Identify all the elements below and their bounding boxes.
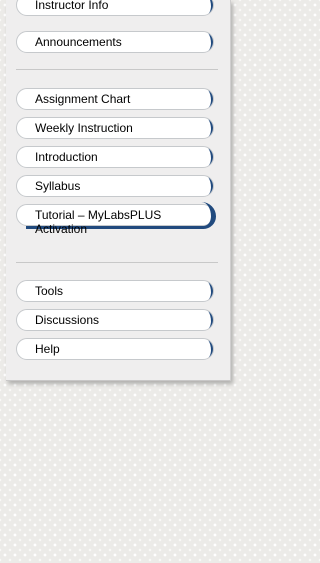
menu-item-label: Syllabus — [35, 179, 81, 193]
menu-item-tools[interactable]: Tools — [16, 280, 214, 302]
menu-item-introduction[interactable]: Introduction — [16, 146, 214, 168]
menu-item-weekly-instruction[interactable]: Weekly Instruction — [16, 117, 214, 139]
menu-item-help[interactable]: Help — [16, 338, 214, 360]
menu-divider — [16, 262, 218, 263]
menu-item-label: Discussions — [35, 313, 100, 327]
menu-item-label: Help — [35, 342, 60, 356]
menu-item-assignment-chart[interactable]: Assignment Chart — [16, 88, 214, 110]
menu-item-instructor-info[interactable]: Instructor Info — [16, 0, 214, 16]
menu-item-label: Instructor Info — [35, 0, 109, 12]
menu-item-syllabus[interactable]: Syllabus — [16, 175, 214, 197]
menu-item-discussions[interactable]: Discussions — [16, 309, 214, 331]
menu-item-label: Introduction — [35, 150, 98, 164]
menu-item-label: Tutorial – MyLabsPLUS Activation — [35, 208, 162, 236]
menu-item-tutorial-mylabsplus[interactable]: Tutorial – MyLabsPLUS Activation — [16, 202, 216, 236]
menu-item-label: Announcements — [35, 35, 122, 49]
course-menu-panel: Instructor Info Announcements Assignment… — [6, 0, 231, 381]
menu-divider — [16, 69, 218, 70]
menu-item-announcements[interactable]: Announcements — [16, 31, 214, 53]
menu-item-label: Tools — [35, 284, 64, 298]
menu-item-label: Weekly Instruction — [35, 121, 133, 135]
menu-item-label: Assignment Chart — [35, 92, 131, 106]
